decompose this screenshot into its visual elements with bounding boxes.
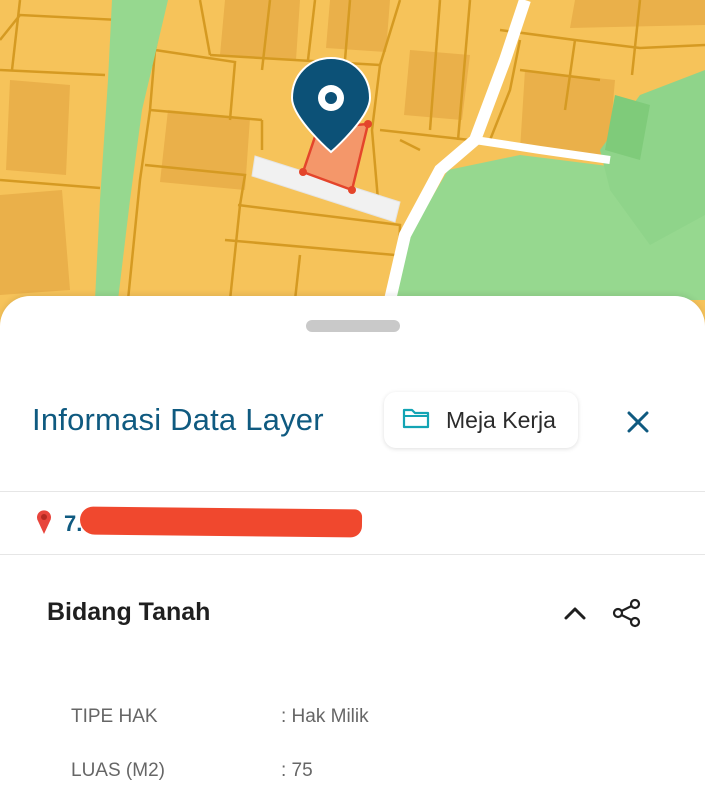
attribute-row: TIPE HAK : Hak Milik — [71, 702, 369, 732]
attribute-key: TIPE HAK — [71, 706, 158, 727]
attribute-value: : Hak Milik — [281, 706, 369, 727]
folder-icon — [402, 406, 430, 435]
section-title: Bidang Tanah — [47, 598, 211, 626]
chevron-up-icon — [563, 605, 587, 626]
share-icon — [612, 598, 642, 633]
collapse-button[interactable] — [560, 600, 590, 630]
screen: Informasi Data Layer Meja Kerja 7.7 Bida… — [0, 0, 705, 804]
drag-handle[interactable] — [306, 320, 400, 332]
close-button[interactable] — [620, 406, 656, 442]
attribute-value: : 75 — [281, 760, 313, 781]
attribute-key: LUAS (M2) — [71, 760, 165, 781]
panel-title: Informasi Data Layer — [32, 402, 324, 437]
workspace-button[interactable]: Meja Kerja — [384, 392, 578, 448]
info-bottom-sheet: Informasi Data Layer Meja Kerja 7.7 Bida… — [0, 296, 705, 804]
close-icon — [626, 410, 650, 439]
map-canvas[interactable] — [0, 0, 705, 340]
pin-icon — [34, 509, 54, 540]
workspace-button-label: Meja Kerja — [446, 406, 556, 433]
divider-top — [0, 491, 705, 492]
divider-bottom — [0, 554, 705, 555]
share-button[interactable] — [610, 598, 644, 632]
attribute-row: LUAS (M2) : 75 — [71, 756, 313, 786]
redaction-mark — [79, 506, 363, 538]
map-view[interactable] — [0, 0, 705, 340]
